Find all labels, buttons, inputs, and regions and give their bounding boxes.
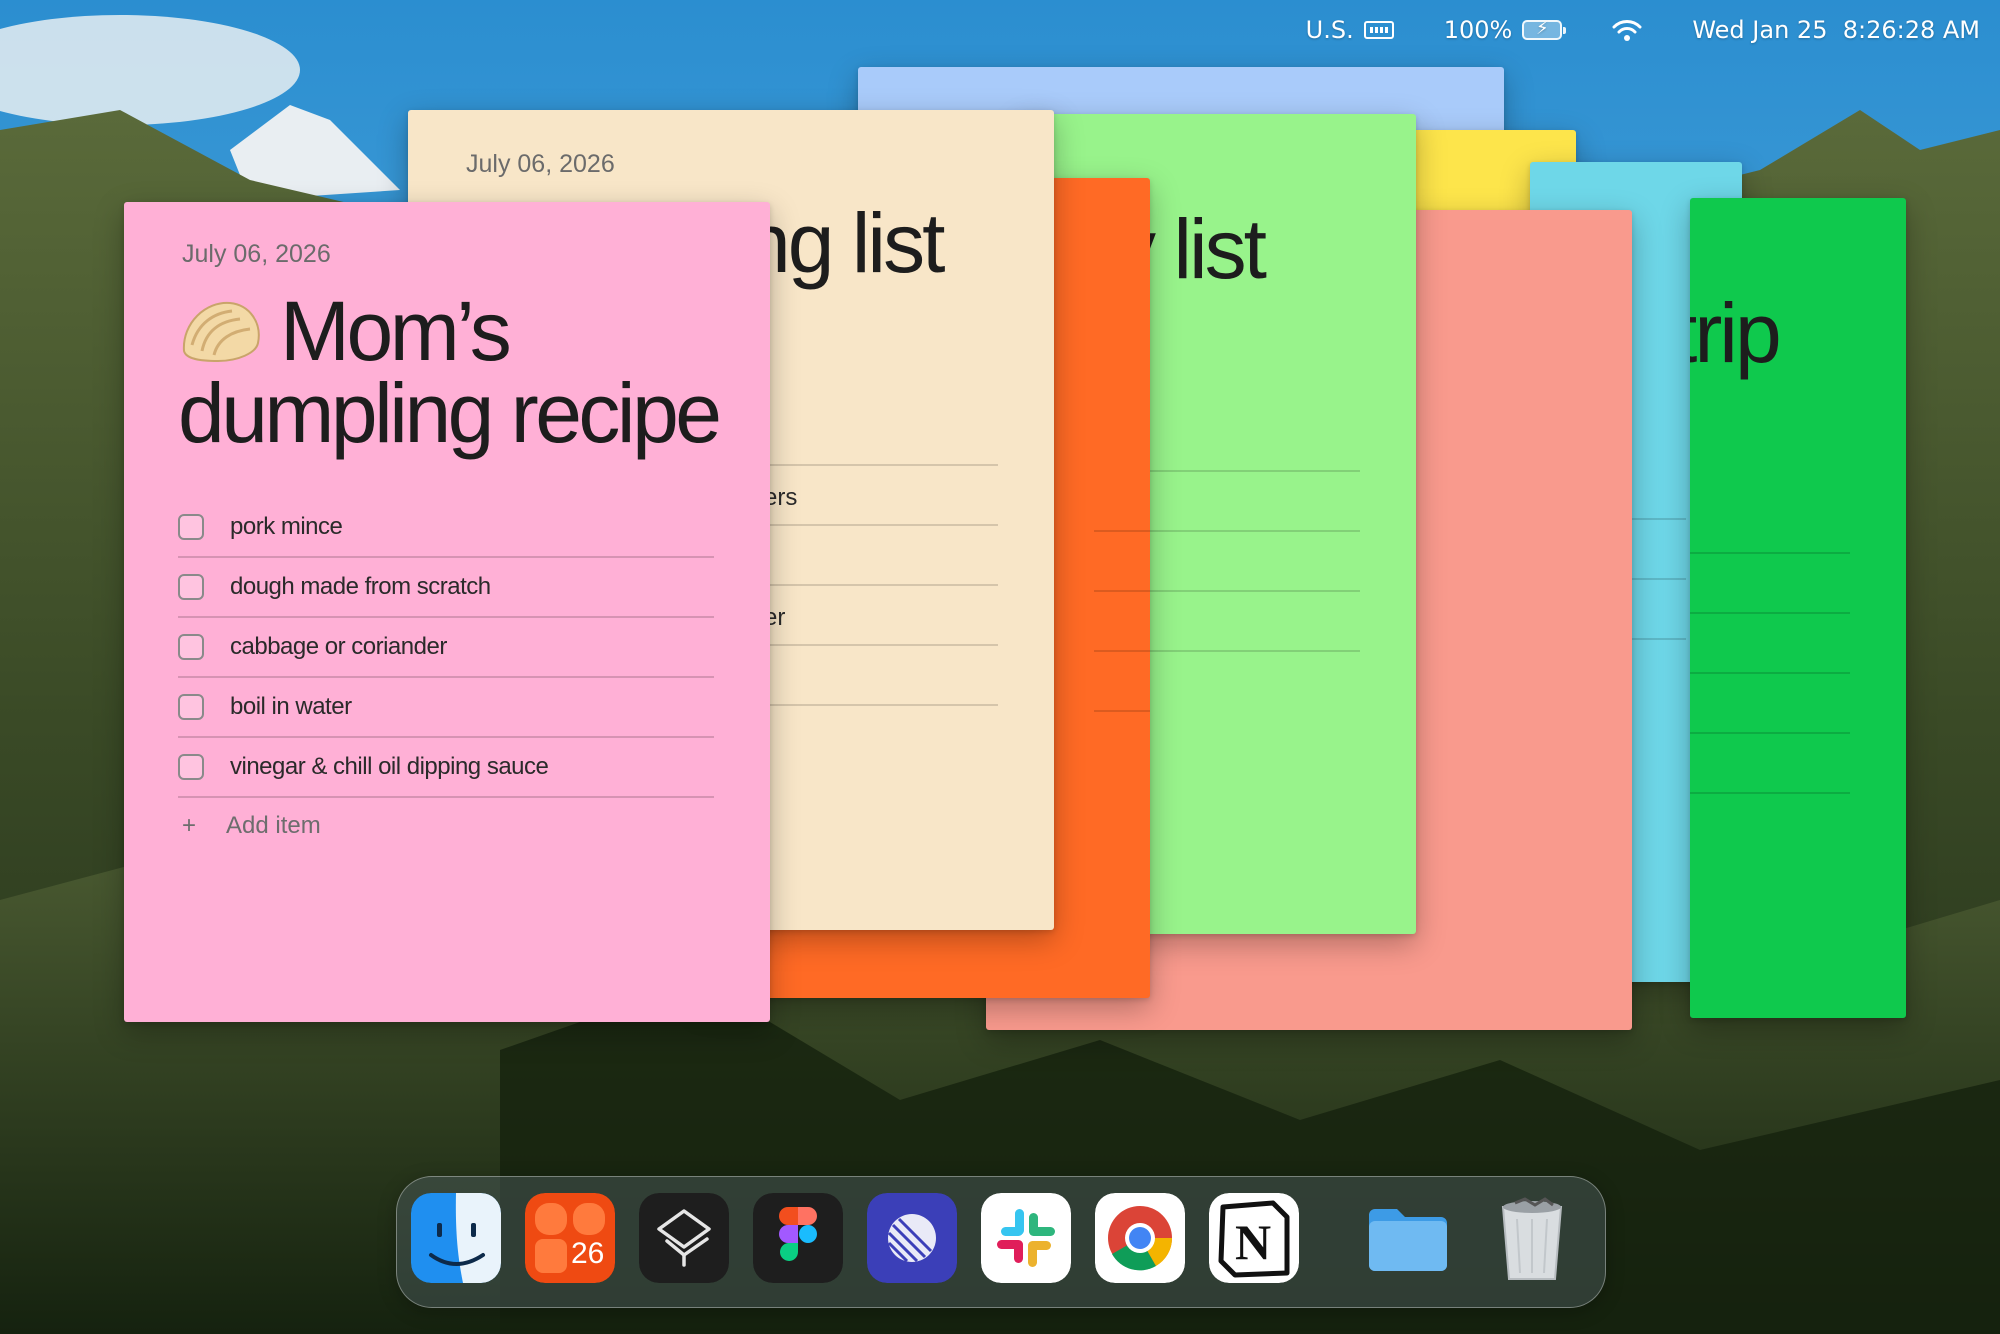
checklist-item: dough made from scratch <box>178 558 714 618</box>
finder-icon <box>411 1193 501 1283</box>
dock-app-craft[interactable] <box>639 1193 729 1283</box>
note-rules <box>1094 472 1150 712</box>
checklist-item-label[interactable]: boil in water <box>230 693 352 721</box>
checkbox[interactable] <box>178 694 204 720</box>
note-title: ng list <box>744 196 945 290</box>
input-source-menu[interactable]: U.S. <box>1306 16 1394 44</box>
dock-app-trash[interactable] <box>1487 1193 1577 1283</box>
notion-letter: N <box>1235 1214 1272 1270</box>
figma-icon <box>753 1193 843 1283</box>
folder-icon <box>1369 1209 1447 1271</box>
dock-app-chrome[interactable] <box>1095 1193 1185 1283</box>
note-date: July 06, 2026 <box>182 240 331 268</box>
note-title: Mom’s dumpling recipe <box>178 284 722 460</box>
menu-bar: U.S. 100% ⚡ Wed Jan 25 8:26:28 AM <box>1306 0 2000 60</box>
dock-app-slack[interactable] <box>981 1193 1071 1283</box>
note-date: July 06, 2026 <box>466 150 615 178</box>
trash-icon <box>1501 1197 1563 1280</box>
dock-app-figma[interactable] <box>753 1193 843 1283</box>
datetime-label: Wed Jan 25 8:26:28 AM <box>1692 16 1980 44</box>
add-item-button[interactable]: + Add item <box>182 812 321 840</box>
note-rules <box>1150 412 1360 652</box>
keyboard-icon <box>1363 21 1394 39</box>
checklist: pork mince dough made from scratch cabba… <box>178 498 714 798</box>
checklist-item: cabbage or coriander <box>178 618 714 678</box>
checklist-item-label[interactable]: dough made from scratch <box>230 573 491 601</box>
checkbox[interactable] <box>178 634 204 660</box>
linear-icon <box>867 1193 957 1283</box>
chrome-icon <box>1095 1193 1185 1283</box>
checklist-item-label[interactable]: vinegar & chill oil dipping sauce <box>230 753 549 781</box>
dock: 26 N <box>396 1176 1606 1308</box>
checkbox[interactable] <box>178 514 204 540</box>
dock-app-calendar[interactable]: 26 <box>525 1193 615 1283</box>
calendar-badge-text: 26 <box>571 1237 605 1270</box>
note-rules <box>744 406 998 706</box>
dock-app-folder[interactable] <box>1363 1193 1453 1283</box>
battery-charging-icon: ⚡ <box>1522 18 1567 40</box>
wifi-icon <box>1612 20 1642 41</box>
dock-app-linear[interactable] <box>867 1193 957 1283</box>
checklist-item-label[interactable]: pork mince <box>230 513 343 541</box>
note-green-trip[interactable]: trip <box>1690 198 1906 1018</box>
layers-icon <box>639 1193 729 1283</box>
checklist-item: pork mince <box>178 498 714 558</box>
keyboard-layout-label: U.S. <box>1305 16 1354 44</box>
checkbox[interactable] <box>178 754 204 780</box>
checklist-item: vinegar & chill oil dipping sauce <box>178 738 714 798</box>
note-rules <box>1690 494 1850 794</box>
battery-menu[interactable]: 100% ⚡ <box>1443 16 1567 44</box>
checklist-item-label[interactable]: cabbage or coriander <box>230 633 447 661</box>
checkbox[interactable] <box>178 574 204 600</box>
add-item-label: Add item <box>226 812 321 839</box>
plus-icon: + <box>182 812 197 839</box>
note-dumpling-recipe[interactable]: July 06, 2026 Mom’s dumpling recipe pork… <box>124 202 770 1022</box>
wifi-menu[interactable] <box>1612 18 1642 42</box>
dock-app-finder[interactable] <box>411 1193 501 1283</box>
note-title-line2: dumpling recipe <box>178 366 722 460</box>
dumpling-icon <box>182 301 260 363</box>
slack-icon <box>981 1193 1071 1283</box>
note-title: trip <box>1690 286 1782 380</box>
checklist-item: boil in water <box>178 678 714 738</box>
clock-menu[interactable]: Wed Jan 25 8:26:28 AM <box>1692 16 1980 44</box>
battery-percent: 100% <box>1443 16 1513 44</box>
dock-app-notion[interactable]: N <box>1209 1193 1299 1283</box>
note-title-line1: Mom’s <box>280 284 512 378</box>
